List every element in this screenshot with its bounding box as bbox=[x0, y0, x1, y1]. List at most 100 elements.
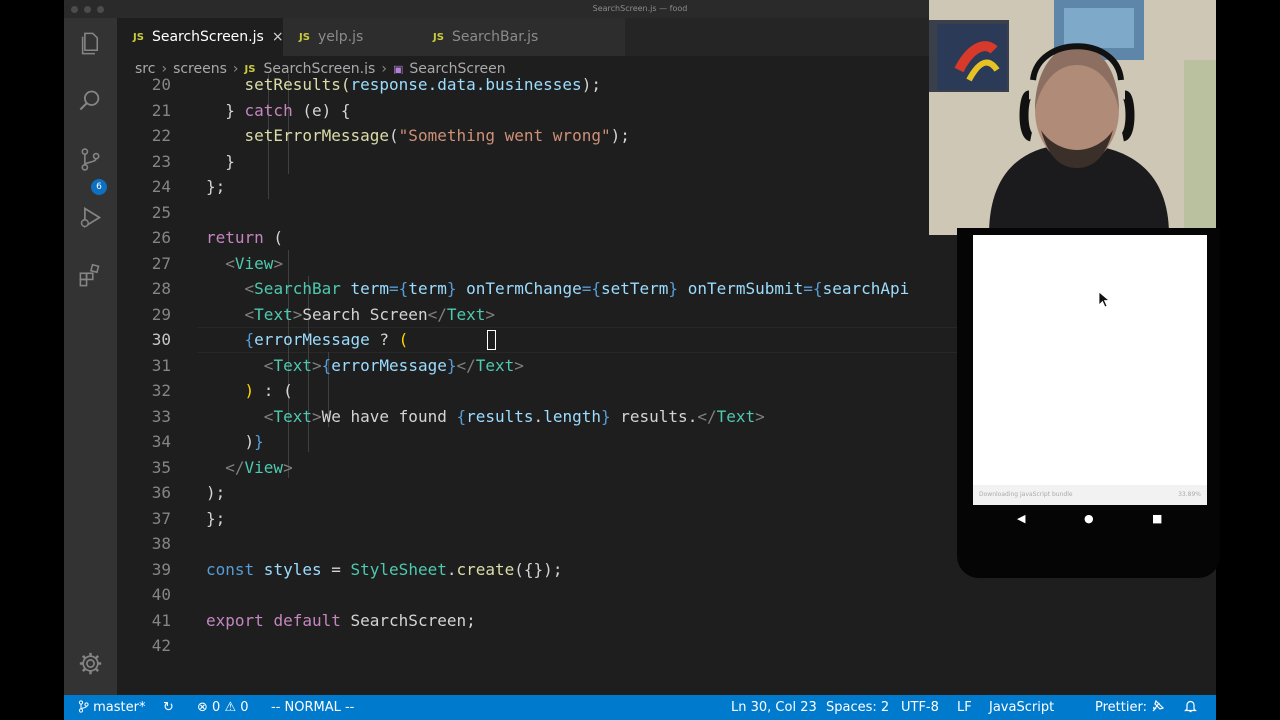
line-number: 21 bbox=[151, 100, 171, 120]
code-token: : ( bbox=[254, 381, 293, 400]
line-number: 33 bbox=[151, 406, 171, 426]
git-branch-icon bbox=[78, 700, 89, 713]
line-number: 37 bbox=[151, 508, 171, 528]
code-token: term bbox=[340, 279, 390, 298]
android-back-button[interactable]: ◀ bbox=[1017, 512, 1025, 525]
code-token: } bbox=[206, 151, 235, 171]
code-line: <Text>We have found {results.length} res… bbox=[206, 404, 765, 430]
code-token: </ bbox=[456, 355, 476, 375]
bundle-status-text: Downloading JavaScript bundle bbox=[979, 491, 1073, 498]
code-token: ); bbox=[581, 75, 601, 94]
code-line: setResults(response.data.businesses); bbox=[206, 74, 601, 98]
code-token: View bbox=[234, 253, 274, 273]
code-token: ={ bbox=[803, 279, 823, 298]
indentation[interactable]: Spaces: 2 bbox=[826, 695, 889, 720]
notifications-bell-icon[interactable] bbox=[1184, 695, 1197, 720]
js-file-icon: JS bbox=[244, 63, 256, 75]
code-line: const styles = StyleSheet.create({}); bbox=[206, 557, 562, 583]
code-token: ( bbox=[398, 330, 409, 349]
android-home-button[interactable]: ● bbox=[1084, 512, 1094, 525]
code-token: ={ bbox=[581, 279, 601, 298]
git-branch[interactable]: master* bbox=[78, 695, 145, 720]
emulator-screen[interactable]: Downloading JavaScript bundle 33.89% bbox=[973, 235, 1207, 505]
close-window-button[interactable] bbox=[71, 6, 78, 13]
code-line: <Text>Search Screen</Text> bbox=[206, 302, 495, 328]
bundle-download-progress: Downloading JavaScript bundle 33.89% bbox=[973, 485, 1207, 505]
debug-icon[interactable] bbox=[76, 203, 105, 232]
code-token: SearchScreen; bbox=[340, 610, 476, 630]
source-control-icon[interactable] bbox=[76, 145, 105, 174]
code-line: <SearchBar term={term} onTermChange={set… bbox=[206, 276, 910, 302]
line-number: 41 bbox=[151, 610, 171, 630]
text-cursor bbox=[487, 330, 496, 350]
language-mode[interactable]: JavaScript bbox=[989, 695, 1054, 720]
line-number: 31 bbox=[151, 355, 171, 375]
code-token: searchApi bbox=[822, 279, 910, 298]
settings-gear-icon[interactable] bbox=[76, 649, 105, 678]
code-token: ); bbox=[206, 483, 226, 502]
tab-searchbar[interactable]: JS SearchBar.js bbox=[417, 18, 625, 56]
tab-searchscreen[interactable]: JS SearchScreen.js × bbox=[117, 18, 284, 56]
code-token: ( bbox=[263, 228, 284, 247]
code-token: < bbox=[263, 406, 274, 426]
branch-name: master* bbox=[93, 700, 146, 715]
code-line: {errorMessage ? ( bbox=[206, 327, 409, 353]
code-line: } bbox=[206, 149, 235, 175]
code-token: } bbox=[600, 406, 611, 426]
code-line: <Text>{errorMessage}</Text> bbox=[206, 353, 524, 379]
end-of-line[interactable]: LF bbox=[957, 695, 972, 720]
code-line: }; bbox=[206, 174, 225, 200]
line-number: 27 bbox=[151, 253, 171, 273]
js-file-icon: JS bbox=[433, 31, 444, 43]
close-tab-icon[interactable]: × bbox=[272, 29, 284, 45]
line-number: 32 bbox=[151, 381, 171, 400]
search-icon[interactable] bbox=[76, 86, 105, 115]
feedback-icon[interactable] bbox=[1151, 695, 1165, 720]
code-token: ({}); bbox=[514, 559, 563, 579]
line-number: 25 bbox=[151, 202, 171, 222]
code-token: (e) { bbox=[292, 100, 351, 120]
zoom-window-button[interactable] bbox=[97, 6, 104, 13]
error-count: 0 bbox=[212, 700, 221, 715]
code-token: > bbox=[283, 457, 293, 477]
code-token: } bbox=[668, 279, 679, 298]
cursor-position[interactable]: Ln 30, Col 23 bbox=[731, 695, 817, 720]
code-token: length bbox=[543, 406, 601, 426]
sync-icon[interactable]: ↻ bbox=[163, 695, 174, 720]
problems-indicator[interactable]: ⊗ 0 ⚠ 0 bbox=[197, 695, 249, 720]
line-number: 26 bbox=[151, 228, 171, 247]
minimize-window-button[interactable] bbox=[84, 6, 91, 13]
code-token: > bbox=[485, 304, 496, 324]
encoding[interactable]: UTF-8 bbox=[901, 695, 939, 720]
line-number: 35 bbox=[151, 457, 171, 477]
presenter-video bbox=[929, 0, 1216, 235]
warning-icon: ⚠ bbox=[224, 700, 237, 715]
code-line: ) : ( bbox=[206, 378, 293, 404]
line-number: 23 bbox=[151, 151, 171, 171]
code-token: response.data.businesses bbox=[350, 75, 582, 94]
line-number: 24 bbox=[151, 177, 171, 196]
activity-bar: 6 bbox=[64, 18, 117, 695]
code-token: > bbox=[273, 253, 284, 273]
line-number: 34 bbox=[151, 432, 171, 451]
tab-label: SearchScreen.js bbox=[151, 29, 264, 45]
code-line: }; bbox=[206, 506, 225, 532]
code-token: Text bbox=[254, 304, 293, 324]
line-number: 29 bbox=[151, 304, 171, 324]
code-token: Text bbox=[273, 406, 312, 426]
status-bar: master* ↻ ⊗ 0 ⚠ 0 -- NORMAL -- Ln 30, Co… bbox=[64, 695, 1216, 720]
vim-mode: -- NORMAL -- bbox=[271, 700, 355, 715]
warning-count: 0 bbox=[240, 700, 249, 715]
android-overview-button[interactable]: ■ bbox=[1152, 512, 1162, 525]
code-line: </View> bbox=[206, 455, 293, 481]
extensions-icon[interactable] bbox=[76, 261, 105, 290]
explorer-icon[interactable] bbox=[76, 29, 105, 58]
code-editor[interactable]: 20 21 22 23 24 25 26 27 28 29 30 31 32 33 34 35 36 37 38 39… bbox=[117, 74, 1007, 695]
tab-yelp[interactable]: JS yelp.js bbox=[283, 18, 417, 56]
code-token: Text bbox=[475, 355, 515, 375]
code-token: setErrorMessage bbox=[244, 126, 390, 145]
